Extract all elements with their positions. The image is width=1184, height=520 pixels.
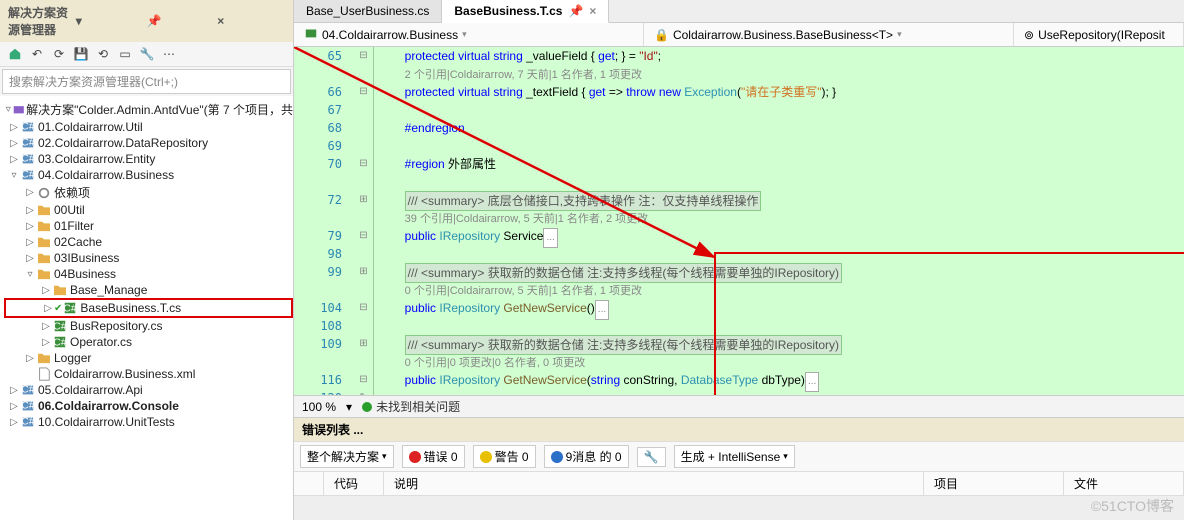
error-list-columns: 代码 说明 项目 文件 — [294, 472, 1184, 496]
tree-item[interactable]: Coldairarrow.Business.xml — [4, 366, 293, 382]
properties-icon[interactable]: 🔧 — [138, 45, 156, 63]
col-desc[interactable]: 说明 — [384, 472, 924, 495]
svg-text:C#: C# — [21, 400, 35, 412]
solution-explorer: 解决方案资源管理器 ▾ 📌 × ↶ ⟳ 💾 ⟲ ▭ 🔧 ⋯ 搜索解决方案资源管理… — [0, 0, 294, 520]
showall-icon[interactable]: ⋯ — [160, 45, 178, 63]
solution-tree: ▿ 解决方案"Colder.Admin.AntdVue"(第 7 个项目，共 ▷… — [0, 96, 293, 520]
error-list-title[interactable]: 错误列表 ... — [294, 418, 1184, 441]
editor-status-bar: 100 % ▾ 未找到相关问题 — [294, 395, 1184, 417]
panel-toolbar: ↶ ⟳ 💾 ⟲ ▭ 🔧 ⋯ — [0, 42, 293, 67]
errors-toggle[interactable]: 错误 0 — [402, 445, 465, 468]
svg-text:C#: C# — [21, 416, 35, 428]
svg-text:C#: C# — [21, 137, 35, 149]
close-icon[interactable]: × — [589, 4, 596, 18]
status-ok-icon — [362, 402, 372, 412]
proj-icon: C# — [20, 168, 36, 182]
folder-icon — [36, 203, 52, 217]
tree-item[interactable]: ▷02Cache — [4, 234, 293, 250]
proj-icon: C# — [20, 415, 36, 429]
tree-item[interactable]: ▿04Business — [4, 266, 293, 282]
search-input[interactable]: 搜索解决方案资源管理器(Ctrl+;) — [2, 69, 291, 94]
ref-icon — [36, 186, 52, 200]
proj-icon: C# — [20, 383, 36, 397]
pin-icon[interactable]: 📌 — [144, 14, 215, 28]
tree-item[interactable]: ▷C#BusRepository.cs — [4, 318, 293, 334]
line-numbers: 65666768697072799899104108109116120 — [294, 47, 354, 395]
sync-icon[interactable]: ⟳ — [50, 45, 68, 63]
code-content[interactable]: protected virtual string _valueField { g… — [374, 47, 1184, 395]
proj-icon: C# — [20, 399, 36, 413]
warnings-toggle[interactable]: 警告 0 — [473, 445, 536, 468]
pin-icon[interactable]: 📌 — [568, 4, 583, 18]
project-selector[interactable]: 04.Coldairarrow.Business▾ — [294, 23, 644, 46]
panel-title: 解决方案资源管理器 — [8, 4, 73, 38]
tree-item[interactable]: ▿C#04.Coldairarrow.Business — [4, 167, 293, 183]
folder-icon — [36, 351, 52, 365]
svg-text:C#: C# — [53, 337, 67, 349]
tree-item[interactable]: ▷C#Operator.cs — [4, 334, 293, 350]
tree-item[interactable]: ▷C#02.Coldairarrow.DataRepository — [4, 135, 293, 151]
document-tab[interactable]: BaseBusiness.T.cs📌× — [442, 0, 609, 23]
svg-text:C#: C# — [21, 384, 35, 396]
tree-item[interactable]: ▷C#01.Coldairarrow.Util — [4, 119, 293, 135]
tree-item[interactable]: ▷✔C#BaseBusiness.T.cs — [4, 298, 293, 318]
col-project[interactable]: 项目 — [924, 472, 1064, 495]
document-tabs: Base_UserBusiness.csBaseBusiness.T.cs📌× — [294, 0, 1184, 23]
editor-area: Base_UserBusiness.csBaseBusiness.T.cs📌× … — [294, 0, 1184, 520]
filter-button[interactable]: 🔧 — [637, 447, 666, 467]
tree-item[interactable]: ▷C#10.Coldairarrow.UnitTests — [4, 414, 293, 430]
home-icon[interactable] — [6, 45, 24, 63]
code-outline-marks: ⊟⊟⊟⊞⊟⊞⊟⊞⊟✎ — [354, 47, 374, 395]
proj-icon: C# — [20, 120, 36, 134]
cs-icon: C# — [62, 301, 78, 315]
code-editor[interactable]: 65666768697072799899104108109116120 ⊟⊟⊟⊞… — [294, 47, 1184, 395]
build-scope-selector[interactable]: 生成 + IntelliSense ▾ — [674, 445, 795, 468]
scope-selector[interactable]: 整个解决方案 ▾ — [300, 445, 394, 468]
svg-text:C#: C# — [21, 169, 35, 181]
tree-item[interactable]: ▷01Filter — [4, 218, 293, 234]
tree-item[interactable]: ▷C#03.Coldairarrow.Entity — [4, 151, 293, 167]
panel-title-bar: 解决方案资源管理器 ▾ 📌 × — [0, 0, 293, 42]
tree-item[interactable]: ▷C#05.Coldairarrow.Api — [4, 382, 293, 398]
proj-icon: C# — [20, 152, 36, 166]
zoom-level[interactable]: 100 % — [302, 400, 336, 414]
tree-item[interactable]: ▷03IBusiness — [4, 250, 293, 266]
tree-item[interactable]: ▷Logger — [4, 350, 293, 366]
cs-icon: C# — [52, 335, 68, 349]
svg-text:C#: C# — [64, 303, 78, 315]
watermark: ©51CTO博客 — [1091, 496, 1174, 516]
solution-root[interactable]: ▿ 解决方案"Colder.Admin.AntdVue"(第 7 个项目，共 — [4, 100, 293, 119]
class-selector[interactable]: 🔒 Coldairarrow.Business.BaseBusiness<T>▾ — [644, 23, 1014, 46]
svg-text:C#: C# — [53, 321, 67, 333]
folder-icon — [36, 251, 52, 265]
dropdown-icon[interactable]: ▾ — [73, 14, 144, 28]
collapse-icon[interactable]: ▭ — [116, 45, 134, 63]
tree-item[interactable]: ▷Base_Manage — [4, 282, 293, 298]
folder-icon — [36, 267, 52, 281]
messages-toggle[interactable]: 9消息 的 0 — [544, 445, 629, 468]
proj-icon: C# — [20, 136, 36, 150]
col-icon[interactable] — [294, 472, 324, 495]
tree-item[interactable]: ▷依赖项 — [4, 183, 293, 202]
svg-text:C#: C# — [21, 153, 35, 165]
member-selector[interactable]: ⊚UseRepository(IReposit — [1014, 23, 1184, 46]
save-icon[interactable]: 💾 — [72, 45, 90, 63]
cs-icon: C# — [52, 319, 68, 333]
svg-text:C#: C# — [21, 121, 35, 133]
document-tab[interactable]: Base_UserBusiness.cs — [294, 0, 442, 22]
tree-item[interactable]: ▷C#06.Coldairarrow.Console — [4, 398, 293, 414]
col-file[interactable]: 文件 — [1064, 472, 1184, 495]
close-icon[interactable]: × — [214, 14, 285, 28]
error-list-panel: 错误列表 ... 整个解决方案 ▾ 错误 0 警告 0 9消息 的 0 🔧 生成… — [294, 417, 1184, 520]
col-code[interactable]: 代码 — [324, 472, 384, 495]
tree-item[interactable]: ▷00Util — [4, 202, 293, 218]
refresh-icon[interactable]: ⟲ — [94, 45, 112, 63]
folder-icon — [36, 235, 52, 249]
nav-bar: 04.Coldairarrow.Business▾ 🔒 Coldairarrow… — [294, 23, 1184, 47]
xml-icon — [36, 367, 52, 381]
folder-icon — [52, 283, 68, 297]
error-list-body — [294, 496, 1184, 520]
folder-icon — [36, 219, 52, 233]
back-icon[interactable]: ↶ — [28, 45, 46, 63]
